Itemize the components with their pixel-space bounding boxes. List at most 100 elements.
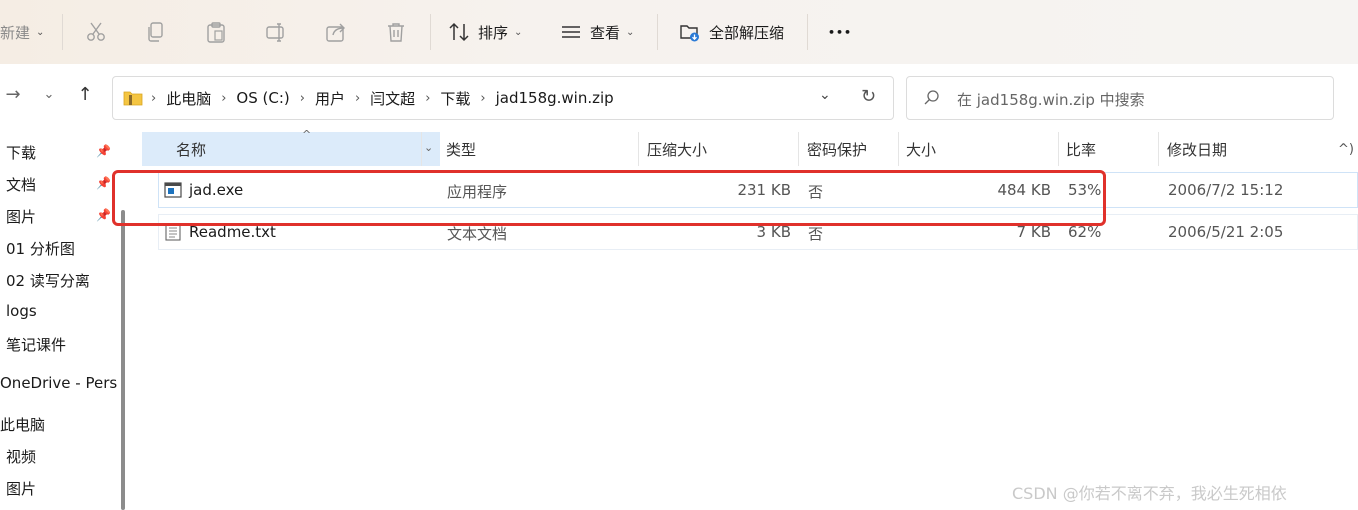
watermark-text: CSDN @你若不离不弃，我必生死相依 — [1012, 484, 1287, 503]
column-ratio-label: 比率 — [1066, 140, 1097, 159]
trash-icon — [388, 23, 404, 42]
sidebar-item-downloads[interactable]: 下载 — [6, 142, 36, 163]
copy-icon — [148, 22, 163, 42]
column-size-label: 大小 — [906, 140, 937, 159]
view-button[interactable]: 查看 ⌄ — [560, 0, 634, 64]
chevron-right-icon: › — [480, 90, 486, 106]
search-input[interactable]: 在 jad158g.win.zip 中搜索 — [906, 76, 1334, 120]
crumb-this-pc[interactable]: 此电脑 — [166, 88, 211, 109]
chevron-right-icon: › — [221, 90, 227, 106]
command-bar: 新建 ⌄ 排序 ⌄ 查看 ⌄ 全部解压缩 ••• — [0, 0, 1358, 64]
forward-arrow-icon[interactable]: → — [2, 84, 24, 106]
column-divider — [421, 132, 422, 166]
column-divider — [798, 132, 799, 166]
search-placeholder: 在 jad158g.win.zip 中搜索 — [957, 91, 1145, 109]
share-button[interactable] — [325, 0, 347, 64]
sidebar-item-logs[interactable]: logs — [6, 302, 37, 320]
file-compressed-size: 231 KB — [737, 181, 791, 199]
sort-button[interactable]: 排序 ⌄ — [448, 0, 522, 64]
column-header-type[interactable]: 类型 — [446, 132, 636, 166]
column-header-size[interactable]: 大小 — [906, 132, 1056, 166]
toolbar-divider — [657, 14, 658, 50]
toolbar-divider — [62, 14, 63, 50]
column-type-label: 类型 — [446, 140, 477, 159]
sort-icon — [449, 22, 469, 42]
column-compressed-label: 压缩大小 — [647, 140, 708, 159]
sidebar-item-onedrive[interactable]: OneDrive - Perso — [0, 374, 118, 392]
column-header-ratio[interactable]: 比率 — [1066, 132, 1156, 166]
chevron-down-icon: ⌄ — [36, 26, 45, 38]
sidebar-scrollbar[interactable] — [121, 210, 125, 510]
new-button[interactable]: 新建 ⌄ — [0, 0, 44, 64]
column-header-compressed[interactable]: 压缩大小 — [647, 132, 797, 166]
up-arrow-icon[interactable]: ↑ — [74, 84, 96, 106]
column-divider — [898, 132, 899, 166]
column-password-label: 密码保护 — [807, 140, 868, 159]
file-list: 名称 ^ ⌄ 类型 压缩大小 密码保护 大小 比率 修改日期 ^) jad.ex… — [134, 128, 1358, 510]
crumb-zip[interactable]: jad158g.win.zip — [496, 89, 614, 107]
column-modified-label: 修改日期 — [1167, 140, 1228, 159]
sidebar-item-this-pc[interactable]: 此电脑 — [0, 414, 45, 435]
chevron-down-icon: ⌄ — [626, 26, 635, 38]
delete-button[interactable] — [385, 0, 407, 64]
scissors-icon — [87, 22, 105, 41]
column-header-password[interactable]: 密码保护 — [807, 132, 897, 166]
exe-file-icon — [164, 182, 182, 198]
column-divider — [638, 132, 639, 166]
clipboard-icon — [207, 22, 225, 43]
refresh-icon[interactable]: ↻ — [861, 86, 876, 107]
extract-all-button[interactable]: 全部解压缩 — [679, 0, 784, 64]
sidebar-item-notes[interactable]: 笔记课件 — [6, 334, 66, 355]
rename-button[interactable] — [265, 0, 287, 64]
sidebar-item-pictures[interactable]: 图片 — [6, 206, 36, 227]
address-bar[interactable]: › 此电脑 › OS (C:) › 用户 › 闫文超 › 下载 › jad158… — [112, 76, 894, 120]
sidebar-item-analysis[interactable]: 01 分析图 — [6, 238, 75, 259]
column-header-name[interactable]: 名称 ^ ⌄ — [142, 128, 440, 166]
new-label: 新建 — [0, 23, 31, 42]
search-icon — [924, 90, 939, 105]
more-options-button[interactable]: ••• — [828, 0, 852, 64]
view-label: 查看 — [590, 23, 621, 42]
pin-icon: 📌 — [96, 176, 111, 190]
sort-ascending-icon: ^ — [302, 128, 312, 141]
file-modified: 2006/5/21 2:05 — [1168, 223, 1284, 241]
crumb-users[interactable]: 用户 — [315, 88, 345, 109]
crumb-downloads[interactable]: 下载 — [440, 88, 470, 109]
file-ratio: 53% — [1068, 181, 1102, 199]
pin-icon: 📌 — [96, 208, 111, 222]
chevron-right-icon: › — [299, 90, 305, 106]
sidebar-item-videos[interactable]: 视频 — [6, 446, 36, 467]
file-password: 否 — [808, 183, 824, 201]
toolbar-divider — [430, 14, 431, 50]
extract-folder-icon — [680, 25, 699, 42]
extract-all-label: 全部解压缩 — [709, 23, 785, 42]
more-icon: ••• — [828, 25, 853, 39]
copy-button[interactable] — [145, 0, 167, 64]
crumb-user[interactable]: 闫文超 — [370, 88, 415, 109]
toolbar-divider — [807, 14, 808, 50]
file-name: jad.exe — [189, 181, 244, 199]
sidebar-item-rw-split[interactable]: 02 读写分离 — [6, 270, 90, 291]
chevron-down-icon: ⌄ — [514, 26, 523, 38]
table-row[interactable]: Readme.txt 文本文档 3 KB 否 7 KB 62% 2006/5/2… — [158, 214, 1358, 250]
file-compressed-size: 3 KB — [756, 223, 791, 241]
chevron-right-icon: › — [151, 90, 157, 106]
paste-button[interactable] — [205, 0, 227, 64]
file-modified: 2006/7/2 15:12 — [1168, 181, 1284, 199]
rename-icon — [266, 23, 284, 42]
sort-label: 排序 — [478, 23, 509, 42]
cut-button[interactable] — [85, 0, 107, 64]
column-header-modified[interactable]: 修改日期 — [1167, 132, 1337, 166]
address-row: → ⌄ ↑ › 此电脑 › OS (C:) › 用户 › 闫文超 › 下载 › … — [0, 64, 1358, 132]
column-name-label: 名称 — [176, 140, 207, 159]
table-row[interactable]: jad.exe 应用程序 231 KB 否 484 KB 53% 2006/7/… — [158, 172, 1358, 208]
address-dropdown-chevron-icon[interactable]: ⌄ — [819, 87, 831, 103]
sidebar-item-pictures-2[interactable]: 图片 — [6, 478, 36, 499]
recent-chevron-icon[interactable]: ⌄ — [38, 84, 60, 106]
file-type: 文本文档 — [447, 225, 508, 243]
text-file-icon — [165, 223, 181, 241]
crumb-drive[interactable]: OS (C:) — [236, 89, 289, 107]
sidebar-item-documents[interactable]: 文档 — [6, 174, 36, 195]
breadcrumb: › 此电脑 › OS (C:) › 用户 › 闫文超 › 下载 › jad158… — [123, 77, 614, 119]
column-divider — [1158, 132, 1159, 166]
